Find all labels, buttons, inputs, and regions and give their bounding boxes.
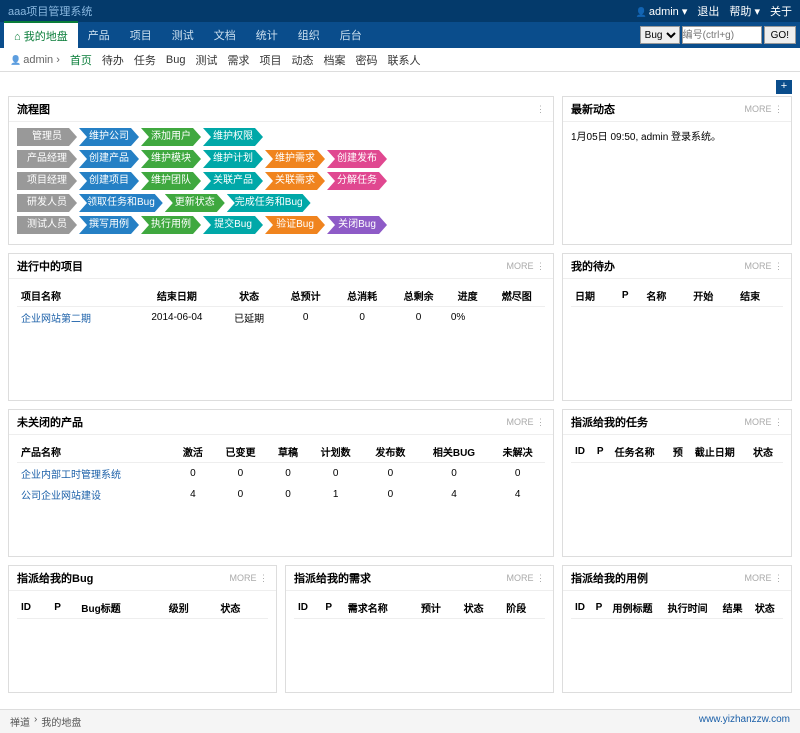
mycases-title: 指派给我的用例 <box>571 570 648 586</box>
subnav-profile[interactable]: 档案 <box>324 52 346 68</box>
flow-step[interactable]: 关联需求 <box>265 172 325 190</box>
help-link[interactable]: 帮助 ▾ <box>729 3 760 19</box>
table-row: 企业网站第二期2014-06-04已延期0000% <box>17 307 545 329</box>
product-link[interactable]: 公司企业网站建设 <box>21 491 101 502</box>
breadcrumb-user: admin › <box>10 54 60 66</box>
tab-test[interactable]: 测试 <box>162 22 204 48</box>
flow-title: 流程图 <box>17 101 50 117</box>
mybugs-title: 指派给我的Bug <box>17 570 93 586</box>
products-title: 未关闭的产品 <box>17 414 83 430</box>
products-panel: 未关闭的产品 MORE 产品名称激活已变更草稿计划数发布数相关BUG未解决 企业内… <box>8 409 554 557</box>
flow-role: 管理员 <box>17 128 77 146</box>
subnav-test[interactable]: 测试 <box>196 52 218 68</box>
todo-more[interactable]: MORE <box>744 261 783 272</box>
flow-role: 测试人员 <box>17 216 77 234</box>
chevron-down-icon: ▾ <box>682 6 688 18</box>
dynamics-more[interactable]: MORE <box>744 104 783 115</box>
product-link[interactable]: 企业内部工时管理系统 <box>21 470 121 481</box>
about-link[interactable]: 关于 <box>770 3 792 19</box>
myreqs-title: 指派给我的需求 <box>294 570 371 586</box>
flow-step[interactable]: 执行用例 <box>141 216 201 234</box>
flow-step[interactable]: 领取任务和Bug <box>79 194 163 212</box>
mytasks-title: 指派给我的任务 <box>571 414 648 430</box>
flow-step[interactable]: 关联产品 <box>203 172 263 190</box>
projects-table: 项目名称结束日期状态总预计总消耗总剩余进度燃尽图 企业网站第二期2014-06-… <box>17 285 545 328</box>
tab-project[interactable]: 项目 <box>120 22 162 48</box>
flow-panel: 流程图 管理员维护公司添加用户维护权限产品经理创建产品维护模块维护计划维护需求创… <box>8 96 554 245</box>
flow-step[interactable]: 维护公司 <box>79 128 139 146</box>
subnav-todo[interactable]: 待办 <box>102 52 124 68</box>
flow-step[interactable]: 撰写用例 <box>79 216 139 234</box>
footer-brand: 禅道 <box>10 714 30 729</box>
flow-role: 产品经理 <box>17 150 77 168</box>
products-more[interactable]: MORE <box>506 417 545 428</box>
subnav-req[interactable]: 需求 <box>228 52 250 68</box>
projects-panel: 进行中的项目 MORE 项目名称结束日期状态总预计总消耗总剩余进度燃尽图 企业网站… <box>8 253 554 401</box>
search-go-button[interactable]: GO! <box>764 26 796 44</box>
project-link[interactable]: 企业网站第二期 <box>21 314 91 325</box>
footer-link[interactable]: www.yizhanzzw.com <box>699 714 790 729</box>
subnav-project[interactable]: 项目 <box>260 52 282 68</box>
search-input[interactable] <box>682 26 762 44</box>
dynamics-title: 最新动态 <box>571 101 615 117</box>
tab-org[interactable]: 组织 <box>288 22 330 48</box>
dynamics-text: 1月05日 09:50, admin 登录系统。 <box>563 122 791 149</box>
flow-step[interactable]: 维护团队 <box>141 172 201 190</box>
subnav-home[interactable]: 首页 <box>70 52 92 68</box>
subnav-password[interactable]: 密码 <box>356 52 378 68</box>
flow-role: 研发人员 <box>17 194 77 212</box>
mybugs-panel: 指派给我的BugMORE IDPBug标题级别状态 <box>8 565 277 693</box>
subnav-contacts[interactable]: 联系人 <box>388 52 421 68</box>
products-table: 产品名称激活已变更草稿计划数发布数相关BUG未解决 企业内部工时管理系统0000… <box>17 441 545 505</box>
subnav-dynamic[interactable]: 动态 <box>292 52 314 68</box>
flow-step[interactable]: 维护模块 <box>141 150 201 168</box>
myreqs-more[interactable]: MORE <box>506 573 545 584</box>
flow-step[interactable]: 关闭Bug <box>327 216 387 234</box>
table-row: 企业内部工时管理系统0000000 <box>17 463 545 485</box>
table-row: 公司企业网站建设4001044 <box>17 484 545 505</box>
mytasks-panel: 指派给我的任务MORE IDP任务名称预截止日期状态 <box>562 409 792 557</box>
flow-step[interactable]: 创建项目 <box>79 172 139 190</box>
dynamics-panel: 最新动态 MORE 1月05日 09:50, admin 登录系统。 <box>562 96 792 245</box>
logout-link[interactable]: 退出 <box>697 3 719 19</box>
mytasks-more[interactable]: MORE <box>744 417 783 428</box>
flow-step[interactable]: 验证Bug <box>265 216 325 234</box>
flow-step[interactable]: 添加用户 <box>141 128 201 146</box>
flow-step[interactable]: 维护计划 <box>203 150 263 168</box>
tab-stat[interactable]: 统计 <box>246 22 288 48</box>
flow-more[interactable] <box>536 104 545 115</box>
current-user[interactable]: admin ▾ <box>636 5 688 18</box>
flow-step[interactable]: 提交Bug <box>203 216 263 234</box>
tab-admin[interactable]: 后台 <box>330 22 372 48</box>
flow-step[interactable]: 创建发布 <box>327 150 387 168</box>
flow-step[interactable]: 创建产品 <box>79 150 139 168</box>
flow-step[interactable]: 分解任务 <box>327 172 387 190</box>
mybugs-more[interactable]: MORE <box>229 573 268 584</box>
system-title: aaa项目管理系统 <box>8 3 92 19</box>
flow-step[interactable]: 更新状态 <box>165 194 225 212</box>
flow-step[interactable]: 完成任务和Bug <box>227 194 311 212</box>
search-type-select[interactable]: Bug <box>640 26 680 44</box>
subnav-task[interactable]: 任务 <box>134 52 156 68</box>
subnav-bug[interactable]: Bug <box>166 54 186 66</box>
mycases-panel: 指派给我的用例MORE IDP用例标题执行时间结果状态 <box>562 565 792 693</box>
tab-doc[interactable]: 文档 <box>204 22 246 48</box>
flow-step[interactable]: 维护需求 <box>265 150 325 168</box>
myreqs-panel: 指派给我的需求MORE IDP需求名称预计状态阶段 <box>285 565 554 693</box>
mycases-more[interactable]: MORE <box>744 573 783 584</box>
flow-role: 项目经理 <box>17 172 77 190</box>
chevron-down-icon: ▾ <box>754 6 760 18</box>
flow-step[interactable]: 维护权限 <box>203 128 263 146</box>
tab-product[interactable]: 产品 <box>78 22 120 48</box>
footer-crumb: 我的地盘 <box>41 714 81 729</box>
projects-more[interactable]: MORE <box>506 261 545 272</box>
todo-panel: 我的待办MORE 日期P名称开始结束 <box>562 253 792 401</box>
add-button[interactable]: + <box>776 80 792 94</box>
tab-dashboard[interactable]: ⌂ 我的地盘 <box>4 21 78 49</box>
todo-title: 我的待办 <box>571 258 615 274</box>
projects-title: 进行中的项目 <box>17 258 83 274</box>
